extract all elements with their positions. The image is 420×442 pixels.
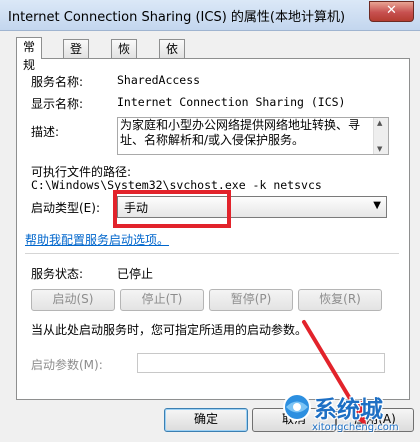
start-params-label: 启动参数(M):: [31, 358, 103, 372]
startup-type-label: 启动类型(E):: [31, 201, 100, 215]
display-name-label: 显示名称:: [31, 97, 84, 111]
close-icon: ✕: [386, 3, 397, 18]
watermark-url: xitongcheng.com: [312, 422, 399, 433]
start-params-hint: 当从此处启动服务时，您可指定所适用的启动参数。: [31, 323, 308, 337]
window-title: Internet Connection Sharing (ICS) 的属性(本地…: [8, 10, 346, 25]
globe-icon: [283, 393, 311, 421]
highlight-box: [113, 190, 231, 228]
service-name-value: SharedAccess: [117, 73, 201, 87]
tab-dependencies[interactable]: 依存关系: [159, 39, 186, 110]
stop-button[interactable]: 停止(T): [120, 289, 204, 311]
scroll-down-icon[interactable]: ▼: [377, 145, 382, 153]
description-scrollbar[interactable]: ▲ ▼: [373, 118, 388, 154]
divider: [25, 253, 399, 254]
watermark: 系统城 xitongcheng.com: [282, 388, 420, 442]
tab-recovery[interactable]: 恢复: [111, 39, 138, 74]
resume-button[interactable]: 恢复(R): [298, 289, 382, 311]
pause-button[interactable]: 暂停(P): [209, 289, 293, 311]
start-button[interactable]: 启动(S): [31, 289, 115, 311]
scroll-up-icon[interactable]: ▲: [377, 119, 382, 127]
description-box[interactable]: 为家庭和小型办公网络提供网络地址转换、寻址、名称解析和/或入侵保护服务。 ▲ ▼: [117, 117, 389, 155]
description-text: 为家庭和小型办公网络提供网络地址转换、寻址、名称解析和/或入侵保护服务。: [120, 118, 361, 147]
status-label: 服务状态:: [31, 267, 84, 281]
tab-logon[interactable]: 登录: [63, 39, 90, 74]
help-link[interactable]: 帮助我配置服务启动选项。: [25, 231, 169, 248]
service-name-label: 服务名称:: [31, 75, 84, 89]
tab-general[interactable]: 常规: [16, 37, 43, 72]
display-name-value: Internet Connection Sharing (ICS): [117, 95, 346, 109]
ok-button[interactable]: 确定: [164, 408, 248, 432]
status-value: 已停止: [117, 267, 154, 281]
chevron-down-icon: ▼: [373, 200, 381, 211]
title-bar: Internet Connection Sharing (ICS) 的属性(本地…: [0, 0, 420, 31]
watermark-name: 系统城: [314, 397, 383, 423]
close-button[interactable]: ✕: [369, 1, 414, 22]
description-label: 描述:: [31, 125, 60, 139]
